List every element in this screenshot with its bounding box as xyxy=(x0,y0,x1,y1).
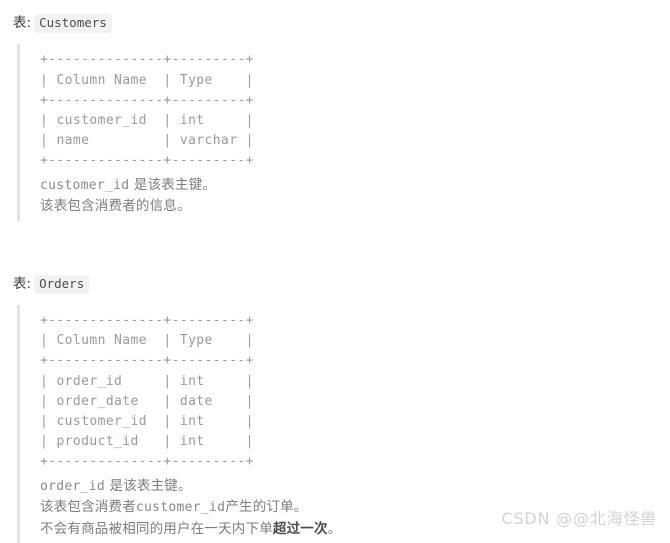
plain-text: 。 xyxy=(327,520,342,537)
plain-text: 该表包含消费者的信息。 xyxy=(40,198,191,215)
plain-text: 产生的订单。 xyxy=(225,499,308,516)
note-line: order_id 是该表主键。 xyxy=(40,476,670,498)
note-line: 该表包含消费者的信息。 xyxy=(40,196,670,217)
note-line: customer_id 是该表主键。 xyxy=(40,175,670,197)
table-label-customers: 表: Customers xyxy=(0,14,670,34)
plain-text: 不会有商品被相同的用户在一天内下单 xyxy=(40,520,273,537)
ascii-table-orders: +--------------+---------+ | Column Name… xyxy=(40,312,254,470)
table-label-prefix: 表: xyxy=(13,14,32,31)
blockquote-customers: +--------------+---------+ | Column Name… xyxy=(17,44,670,221)
emphasis-text: 超过一次 xyxy=(272,520,328,537)
schema-block-orders: 表: Orders +--------------+---------+ | C… xyxy=(0,274,670,543)
inline-code-text: customer_id xyxy=(40,177,130,193)
plain-text: 该表包含消费者 xyxy=(40,499,136,516)
ascii-table-customers: +--------------+---------+ | Column Name… xyxy=(40,52,254,169)
table-label-orders: 表: Orders xyxy=(0,274,670,294)
inline-code-text: order_id xyxy=(40,478,106,494)
plain-text: 是该表主键。 xyxy=(105,477,192,494)
inline-code-text: customer_id xyxy=(135,500,226,516)
plain-text: 是该表主键。 xyxy=(129,176,217,193)
table-name-badge-orders: Orders xyxy=(34,274,90,294)
table-label-prefix: 表: xyxy=(13,275,32,292)
csdn-watermark: CSDN @@北海怪兽 xyxy=(501,509,657,528)
table-name-badge-customers: Customers xyxy=(34,14,112,34)
notes-customers: customer_id 是该表主键。 该表包含消费者的信息。 xyxy=(40,175,670,217)
schema-block-customers: 表: Customers +--------------+---------+ … xyxy=(0,14,670,221)
document-page: 表: Customers +--------------+---------+ … xyxy=(0,0,670,543)
